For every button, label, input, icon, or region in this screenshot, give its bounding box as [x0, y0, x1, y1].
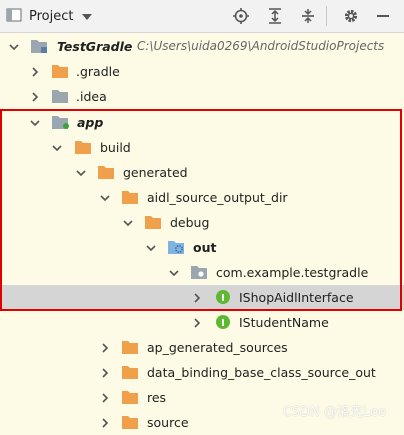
chevron-down-icon[interactable] [99, 192, 111, 204]
module-folder-icon [31, 38, 49, 54]
tree-row-debug[interactable]: debug [0, 210, 404, 235]
tree-row-package[interactable]: com.example.testgradle [0, 260, 404, 285]
tree-label-app: app [77, 115, 104, 130]
interface-icon: I [215, 289, 233, 305]
package-folder-icon [191, 264, 209, 280]
module-folder-icon [52, 114, 70, 130]
tree-label-generated: generated [123, 165, 188, 180]
tree-row-gradle[interactable]: .gradle [0, 59, 404, 84]
chevron-right-icon[interactable] [99, 342, 111, 354]
expand-all-icon[interactable] [266, 7, 284, 25]
tree-row-testgradle[interactable]: TestGradle C:\Users\uida0269\AndroidStud… [0, 34, 404, 59]
chevron-right-icon[interactable] [191, 317, 203, 329]
chevron-right-icon[interactable] [99, 392, 111, 404]
locate-icon[interactable] [232, 7, 250, 25]
tree-row-ishopaidlinterface[interactable]: I IShopAidlInterface [0, 285, 404, 310]
project-view-title: Project [29, 8, 74, 24]
chevron-right-icon[interactable] [99, 367, 111, 379]
tree-label-ishopaidlinterface: IShopAidlInterface [239, 290, 354, 305]
tree-label-debug: debug [170, 215, 210, 230]
svg-text:I: I [221, 318, 225, 329]
tree-row-build[interactable]: build [0, 135, 404, 160]
tree-row-data-binding[interactable]: data_binding_base_class_source_out [0, 360, 404, 385]
project-view-icon [6, 7, 22, 26]
tree-row-ap-generated-sources[interactable]: ap_generated_sources [0, 335, 404, 360]
chevron-down-icon[interactable] [168, 267, 180, 279]
folder-icon [122, 364, 140, 380]
folder-icon [122, 389, 140, 405]
tree-row-istudentname[interactable]: I IStudentName [0, 310, 404, 335]
tree-label-source: source [147, 415, 189, 430]
tree-row-generated[interactable]: generated [0, 160, 404, 185]
chevron-right-icon[interactable] [191, 292, 203, 304]
collapse-all-icon[interactable] [299, 7, 317, 25]
folder-icon [98, 164, 116, 180]
gear-icon[interactable] [342, 7, 360, 25]
folder-icon [52, 63, 70, 79]
folder-icon [122, 189, 140, 205]
tree-row-aidl-source-output-dir[interactable]: aidl_source_output_dir [0, 185, 404, 210]
tree-label-package: com.example.testgradle [216, 265, 369, 280]
tree-row-out[interactable]: out [0, 235, 404, 260]
tree-label-testgradle: TestGradle [57, 39, 133, 54]
chevron-right-icon[interactable] [29, 66, 41, 78]
folder-icon [122, 414, 140, 430]
folder-icon [75, 139, 93, 155]
project-view-selector[interactable]: Project [6, 6, 93, 26]
dropdown-caret-icon [82, 9, 93, 23]
folder-icon [52, 88, 70, 104]
project-path: C:\Users\uida0269\AndroidStudioProjects [137, 39, 385, 53]
toolbar-separator [326, 6, 327, 26]
tree-label-istudentname: IStudentName [239, 315, 329, 330]
project-toolbar: Project [0, 0, 404, 33]
tree-label-out: out [193, 240, 217, 255]
tree-label-gradle: .gradle [76, 64, 120, 79]
chevron-down-icon[interactable] [29, 117, 41, 129]
tree-row-idea[interactable]: .idea [0, 84, 404, 109]
tree-label-aidl: aidl_source_output_dir [147, 190, 288, 205]
tree-label-idea: .idea [76, 89, 107, 104]
tree-row-app[interactable]: app [0, 110, 404, 135]
minimize-icon[interactable] [374, 7, 392, 25]
chevron-down-icon[interactable] [122, 217, 134, 229]
folder-icon [122, 339, 140, 355]
tree-label-data-binding: data_binding_base_class_source_out [147, 365, 376, 380]
generated-source-folder-icon [168, 239, 186, 255]
chevron-down-icon[interactable] [8, 41, 20, 53]
interface-icon: I [215, 314, 233, 330]
tree-label-res: res [147, 390, 167, 405]
tree-label-build: build [100, 140, 131, 155]
folder-icon [145, 214, 163, 230]
watermark: CSDN @洛克Lee [282, 405, 386, 420]
svg-text:I: I [221, 293, 225, 304]
chevron-right-icon[interactable] [29, 91, 41, 103]
chevron-down-icon[interactable] [51, 142, 63, 154]
chevron-right-icon[interactable] [99, 417, 111, 429]
chevron-down-icon[interactable] [75, 167, 87, 179]
tree-label-ap-generated-sources: ap_generated_sources [147, 340, 288, 355]
chevron-down-icon[interactable] [145, 242, 157, 254]
